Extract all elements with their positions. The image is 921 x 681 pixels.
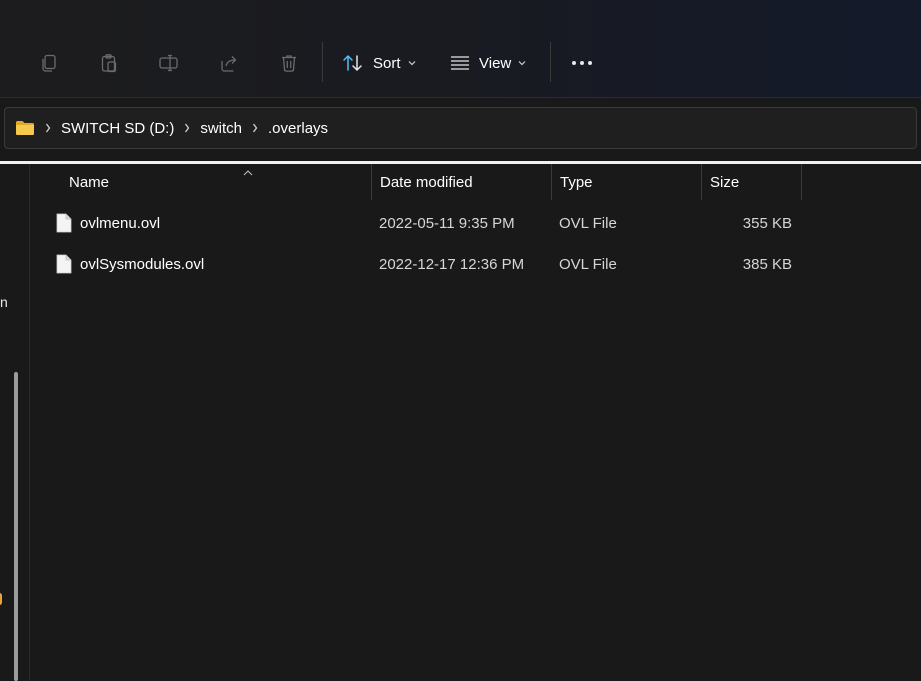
nav-scrollbar[interactable] — [14, 372, 18, 681]
chevron-down-icon — [518, 60, 526, 66]
rename-button[interactable] — [150, 44, 188, 82]
file-date: 2022-05-11 9:35 PM — [379, 214, 515, 232]
column-type-label: Type — [560, 173, 593, 191]
sort-button[interactable]: Sort — [336, 44, 428, 82]
chevron-right-icon[interactable] — [184, 123, 190, 133]
share-icon — [219, 53, 239, 73]
file-explorer-window: Sort View SWITCH SD (D:) switch .overlay… — [0, 0, 921, 681]
folder-icon — [15, 120, 35, 136]
nav-item-icon — [0, 593, 2, 605]
paste-icon — [99, 53, 119, 73]
breadcrumb-item-switch[interactable]: switch — [200, 120, 242, 137]
breadcrumb: SWITCH SD (D:) switch .overlays — [15, 108, 328, 148]
sort-ascending-icon — [243, 163, 253, 180]
view-label: View — [479, 54, 512, 72]
more-options-button[interactable] — [562, 44, 602, 82]
file-type: OVL File — [559, 255, 617, 273]
view-list-icon — [450, 54, 470, 72]
file-row[interactable]: ovlmenu.ovl 2022-05-11 9:35 PM OVL File … — [50, 205, 810, 241]
column-header-size[interactable]: Size — [702, 164, 802, 200]
file-size: 355 KB — [742, 214, 792, 232]
column-size-label: Size — [710, 173, 740, 191]
copy-button[interactable] — [30, 44, 68, 82]
file-name: ovlSysmodules.ovl — [80, 255, 205, 273]
navigation-pane[interactable]: n — [0, 164, 30, 681]
command-bar: Sort View — [0, 0, 921, 98]
toolbar-separator — [550, 42, 551, 82]
rename-icon — [158, 53, 180, 73]
nav-item-label[interactable]: n — [0, 294, 8, 310]
sort-label: Sort — [373, 54, 401, 72]
breadcrumb-item-overlays[interactable]: .overlays — [268, 120, 328, 137]
delete-button[interactable] — [270, 44, 308, 82]
sort-icon — [342, 53, 364, 73]
delete-icon — [279, 53, 299, 73]
file-row[interactable]: ovlSysmodules.ovl 2022-12-17 12:36 PM OV… — [50, 246, 810, 282]
share-button[interactable] — [210, 44, 248, 82]
file-date: 2022-12-17 12:36 PM — [379, 255, 525, 273]
chevron-right-icon[interactable] — [252, 123, 258, 133]
chevron-down-icon — [408, 60, 416, 66]
breadcrumb-item-drive[interactable]: SWITCH SD (D:) — [61, 120, 174, 137]
column-name-label: Name — [69, 173, 110, 191]
file-icon — [56, 205, 72, 241]
more-icon — [571, 60, 593, 66]
file-type: OVL File — [559, 214, 617, 232]
chevron-right-icon — [45, 123, 51, 133]
file-icon — [56, 246, 72, 282]
file-name: ovlmenu.ovl — [80, 214, 161, 232]
column-header-date[interactable]: Date modified — [372, 164, 552, 200]
column-date-label: Date modified — [380, 173, 473, 191]
column-header-name[interactable]: Name — [61, 164, 372, 200]
paste-button[interactable] — [90, 44, 128, 82]
toolbar-separator — [322, 42, 323, 82]
file-list: Name Date modified Type Size ovlmenu.ovl… — [30, 164, 921, 681]
address-bar[interactable]: SWITCH SD (D:) switch .overlays — [4, 107, 917, 149]
column-header-type[interactable]: Type — [552, 164, 702, 200]
view-button[interactable]: View — [444, 44, 540, 82]
copy-icon — [39, 53, 59, 73]
file-size: 385 KB — [742, 255, 792, 273]
